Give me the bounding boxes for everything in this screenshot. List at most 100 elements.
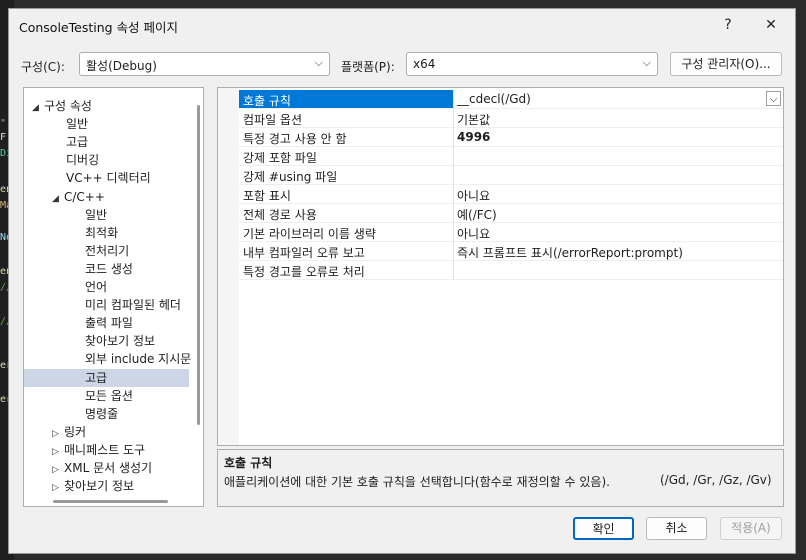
column-divider[interactable] (453, 204, 454, 222)
property-row[interactable]: 내부 컴파일러 오류 보고 즉시 프롬프트 표시(/errorReport:pro… (239, 242, 783, 261)
cancel-button[interactable]: 취소 (646, 517, 707, 540)
tree-item-label: 링커 (64, 424, 87, 439)
column-divider[interactable] (453, 261, 454, 279)
configuration-row: 구성(C): 활성(Debug) ⌵ 플랫폼(P): x64 ⌵ 구성 관리자(… (9, 52, 795, 78)
collapse-arrow-icon[interactable]: ◢ (32, 99, 44, 117)
property-value[interactable]: 예(/FC) (457, 206, 497, 223)
tree-item[interactable]: 외부 include 지시문 (85, 350, 191, 368)
column-divider[interactable] (453, 147, 454, 165)
property-row[interactable]: 강제 포함 파일 (239, 147, 783, 166)
tree-item-label: 찾아보기 정보 (64, 479, 135, 494)
property-value[interactable]: 즉시 프롬프트 표시(/errorReport:prompt) (457, 244, 683, 261)
tree-item-label: 출력 파일 (85, 316, 133, 331)
tree-item[interactable]: 코드 생성 (85, 260, 133, 278)
property-row[interactable]: 특정 경고를 오류로 처리 (239, 261, 783, 280)
tree-item-label: 일반 (66, 117, 89, 132)
grid-left-margin (218, 88, 239, 445)
property-value[interactable]: 아니요 (457, 187, 490, 204)
tree-item[interactable]: 모든 옵션 (85, 387, 133, 405)
property-row[interactable]: 특정 경고 사용 안 함 4996 (239, 128, 783, 147)
tree-item-label: 코드 생성 (85, 261, 133, 276)
tree-horizontal-scrollbar[interactable] (53, 500, 168, 503)
tree-item-label: 디버깅 (66, 153, 100, 168)
property-tree[interactable]: ◢ 구성 속성 일반 고급 디버깅 VC++ 디렉터리 ◢ C/C++ 일반 최적화 전처리기 코드 … (23, 87, 204, 507)
tree-item-label: 명령줄 (85, 406, 119, 421)
property-name: 호출 규칙 (243, 94, 291, 108)
configuration-manager-button[interactable]: 구성 관리자(O)... (670, 52, 782, 76)
configuration-label: 구성(C): (21, 60, 65, 74)
close-button[interactable]: ✕ (756, 13, 786, 37)
tree-item[interactable]: 언어 (85, 278, 107, 296)
description-text: 애플리케이션에 대한 기본 호출 규칙을 선택합니다(함수로 재정의할 수 있음… (224, 475, 610, 489)
tree-item[interactable]: 미리 컴파일된 헤더 (85, 296, 181, 314)
tree-item[interactable]: ▷ 매니페스트 도구 (52, 441, 145, 459)
property-row[interactable]: 기본 라이브러리 이름 생략 아니요 (239, 223, 783, 242)
column-divider[interactable] (453, 128, 454, 146)
column-divider[interactable] (453, 90, 454, 108)
property-name: 특정 경고 사용 안 함 (243, 132, 347, 146)
tree-item[interactable]: 전처리기 (85, 242, 129, 260)
property-value[interactable]: 4996 (457, 130, 490, 144)
tree-item[interactable]: 고급 (66, 133, 88, 151)
tree-item[interactable]: ▷ 링커 (52, 423, 86, 441)
tree-item[interactable]: 일반 (85, 206, 107, 224)
tree-item-label: 고급 (66, 135, 89, 150)
tree-item-label: 찾아보기 정보 (85, 334, 156, 349)
tree-item-label: 고급 (85, 370, 108, 385)
configuration-combo[interactable]: 활성(Debug) ⌵ (79, 52, 330, 76)
background-code-fragment: F (0, 132, 7, 143)
property-pages-dialog: ConsoleTesting 속성 페이지 ? ✕ 구성(C): 활성(Debu… (8, 8, 796, 554)
title-bar: ConsoleTesting 속성 페이지 ? ✕ (9, 9, 795, 41)
property-value[interactable]: __cdecl(/Gd) (457, 92, 531, 106)
tree-item-label: 전처리기 (85, 243, 130, 258)
tree-item[interactable]: 일반 (66, 115, 88, 133)
description-panel: 호출 규칙 애플리케이션에 대한 기본 호출 규칙을 선택합니다(함수로 재정의… (217, 449, 784, 507)
tree-item[interactable]: ▷ 찾아보기 정보 (52, 477, 134, 495)
property-row[interactable]: 전체 경로 사용 예(/FC) (239, 204, 783, 223)
tree-item[interactable]: 고급 (85, 369, 107, 387)
property-name: 기본 라이브러리 이름 생략 (243, 227, 376, 241)
tree-item[interactable]: 최적화 (85, 224, 118, 242)
chevron-down-icon: ⌵ (642, 56, 651, 69)
property-value[interactable]: 아니요 (457, 225, 490, 242)
tree-item-label: VC++ 디렉터리 (66, 171, 151, 186)
tree-item-label: 일반 (85, 207, 108, 222)
property-row[interactable]: ⌵ 호출 규칙 __cdecl(/Gd) (239, 90, 783, 109)
column-divider[interactable] (453, 109, 454, 127)
tree-item[interactable]: 찾아보기 정보 (85, 332, 155, 350)
tree-item[interactable]: VC++ 디렉터리 (66, 169, 151, 187)
apply-button[interactable]: 적용(A) (720, 517, 782, 540)
property-value[interactable]: 기본값 (457, 111, 490, 128)
property-row[interactable]: 컴파일 옵션 기본값 (239, 109, 783, 128)
column-divider[interactable] (453, 223, 454, 241)
property-grid[interactable]: ⌵ 호출 규칙 __cdecl(/Gd) 컴파일 옵션 기본값특정 경고 사용 안 함 4… (217, 87, 784, 446)
property-row[interactable]: 포함 표시 아니요 (239, 185, 783, 204)
property-name: 전체 경로 사용 (243, 208, 317, 222)
tree-item[interactable]: ◢ 구성 속성 (32, 97, 92, 115)
tree-vertical-scrollbar[interactable] (197, 105, 200, 425)
ok-button[interactable]: 확인 (573, 517, 634, 540)
expand-arrow-icon[interactable]: ▷ (52, 479, 64, 497)
collapse-arrow-icon[interactable]: ◢ (52, 190, 64, 208)
platform-combo[interactable]: x64 ⌵ (406, 52, 658, 76)
tree-item[interactable]: ▷ XML 문서 생성기 (52, 459, 152, 477)
tree-item[interactable]: 디버깅 (66, 151, 99, 169)
column-divider[interactable] (453, 242, 454, 260)
platform-value: x64 (413, 57, 436, 71)
property-row[interactable]: 강제 #using 파일 (239, 166, 783, 185)
chevron-down-icon[interactable]: ⌵ (766, 91, 781, 106)
chevron-down-icon: ⌵ (314, 56, 323, 69)
tree-item[interactable]: 출력 파일 (85, 314, 133, 332)
help-button[interactable]: ? (713, 13, 743, 37)
tree-item[interactable]: ◢ C/C++ (52, 188, 105, 206)
property-name: 컴파일 옵션 (243, 113, 303, 127)
column-divider[interactable] (453, 166, 454, 184)
description-title: 호출 규칙 (224, 456, 273, 470)
property-name: 강제 #using 파일 (243, 170, 338, 184)
tree-item-label: 외부 include 지시문 (85, 352, 192, 367)
property-name: 특정 경고를 오류로 처리 (243, 265, 365, 279)
property-name: 내부 컴파일러 오류 보고 (243, 246, 365, 260)
tree-item[interactable]: 명령줄 (85, 405, 118, 423)
column-divider[interactable] (453, 185, 454, 203)
tree-item-label: 매니페스트 도구 (64, 442, 146, 457)
